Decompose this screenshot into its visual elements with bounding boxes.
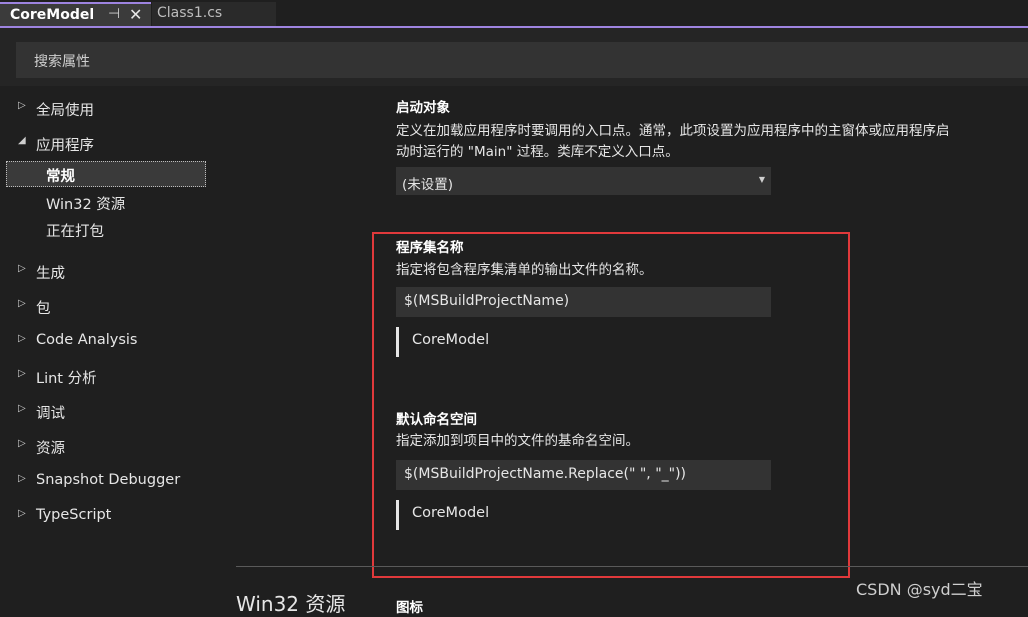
startup-object-title: 启动对象 xyxy=(396,100,450,116)
search-bar: 搜索属性 xyxy=(0,28,1028,86)
nav-item-build[interactable]: ▷ 生成 xyxy=(0,259,220,285)
tab-label: Class1.cs xyxy=(157,5,223,21)
highlight-box xyxy=(372,232,850,578)
chevron-down-icon: ◢ xyxy=(18,135,26,146)
nav-item-code-analysis[interactable]: ▷ Code Analysis xyxy=(0,329,220,355)
startup-object-dropdown[interactable]: (未设置) ▼ xyxy=(396,167,771,195)
icon-setting-title: 图标 xyxy=(396,600,423,616)
nav-item-debug[interactable]: ▷ 调试 xyxy=(0,399,220,425)
dropdown-arrow-icon: ▼ xyxy=(758,175,765,184)
tab-class1[interactable]: Class1.cs xyxy=(152,2,276,26)
document-tab-strip: CoreModel ⊣ ✕ Class1.cs xyxy=(0,0,1028,28)
win32-resources-heading: Win32 资源 xyxy=(236,592,346,616)
nav-subitem-general[interactable]: 常规 xyxy=(6,161,206,187)
nav-item-snapshot-debugger[interactable]: ▷ Snapshot Debugger xyxy=(0,469,220,495)
section-divider xyxy=(236,566,1028,567)
desc-line: 定义在加载应用程序时要调用的入口点。通常，此项设置为应用程序中的主窗体或应用程序… xyxy=(396,123,950,139)
tab-coremodel[interactable]: CoreModel ⊣ ✕ xyxy=(0,2,151,26)
chevron-right-icon: ▷ xyxy=(18,333,26,344)
chevron-right-icon: ▷ xyxy=(18,368,26,379)
nav-item-typescript[interactable]: ▷ TypeScript xyxy=(0,504,220,530)
nav-item-resources[interactable]: ▷ 资源 xyxy=(0,434,220,460)
pin-icon[interactable]: ⊣ xyxy=(108,6,120,22)
chevron-right-icon: ▷ xyxy=(18,298,26,309)
nav-item-lint[interactable]: ▷ Lint 分析 xyxy=(0,364,220,390)
tab-label: CoreModel xyxy=(10,7,95,23)
chevron-right-icon: ▷ xyxy=(18,508,26,519)
close-icon[interactable]: ✕ xyxy=(129,5,142,24)
dropdown-value: (未设置) xyxy=(402,177,454,193)
startup-object-description: 定义在加载应用程序时要调用的入口点。通常，此项设置为应用程序中的主窗体或应用程序… xyxy=(396,121,1026,163)
nav-subitem-packaging[interactable]: 正在打包 xyxy=(6,216,206,242)
chevron-right-icon: ▷ xyxy=(18,473,26,484)
search-input[interactable]: 搜索属性 xyxy=(16,42,1028,78)
nav-item-global-usings[interactable]: ▷ 全局使用 xyxy=(0,96,220,122)
nav-item-application[interactable]: ◢ 应用程序 xyxy=(0,131,220,157)
desc-line: 动时运行的 "Main" 过程。类库不定义入口点。 xyxy=(396,144,679,160)
nav-item-package[interactable]: ▷ 包 xyxy=(0,294,220,320)
nav-subitem-win32-resources[interactable]: Win32 资源 xyxy=(6,189,206,215)
watermark: CSDN @syd二宝 xyxy=(856,580,983,599)
chevron-right-icon: ▷ xyxy=(18,263,26,274)
chevron-right-icon: ▷ xyxy=(18,438,26,449)
chevron-right-icon: ▷ xyxy=(18,100,26,111)
chevron-right-icon: ▷ xyxy=(18,403,26,414)
